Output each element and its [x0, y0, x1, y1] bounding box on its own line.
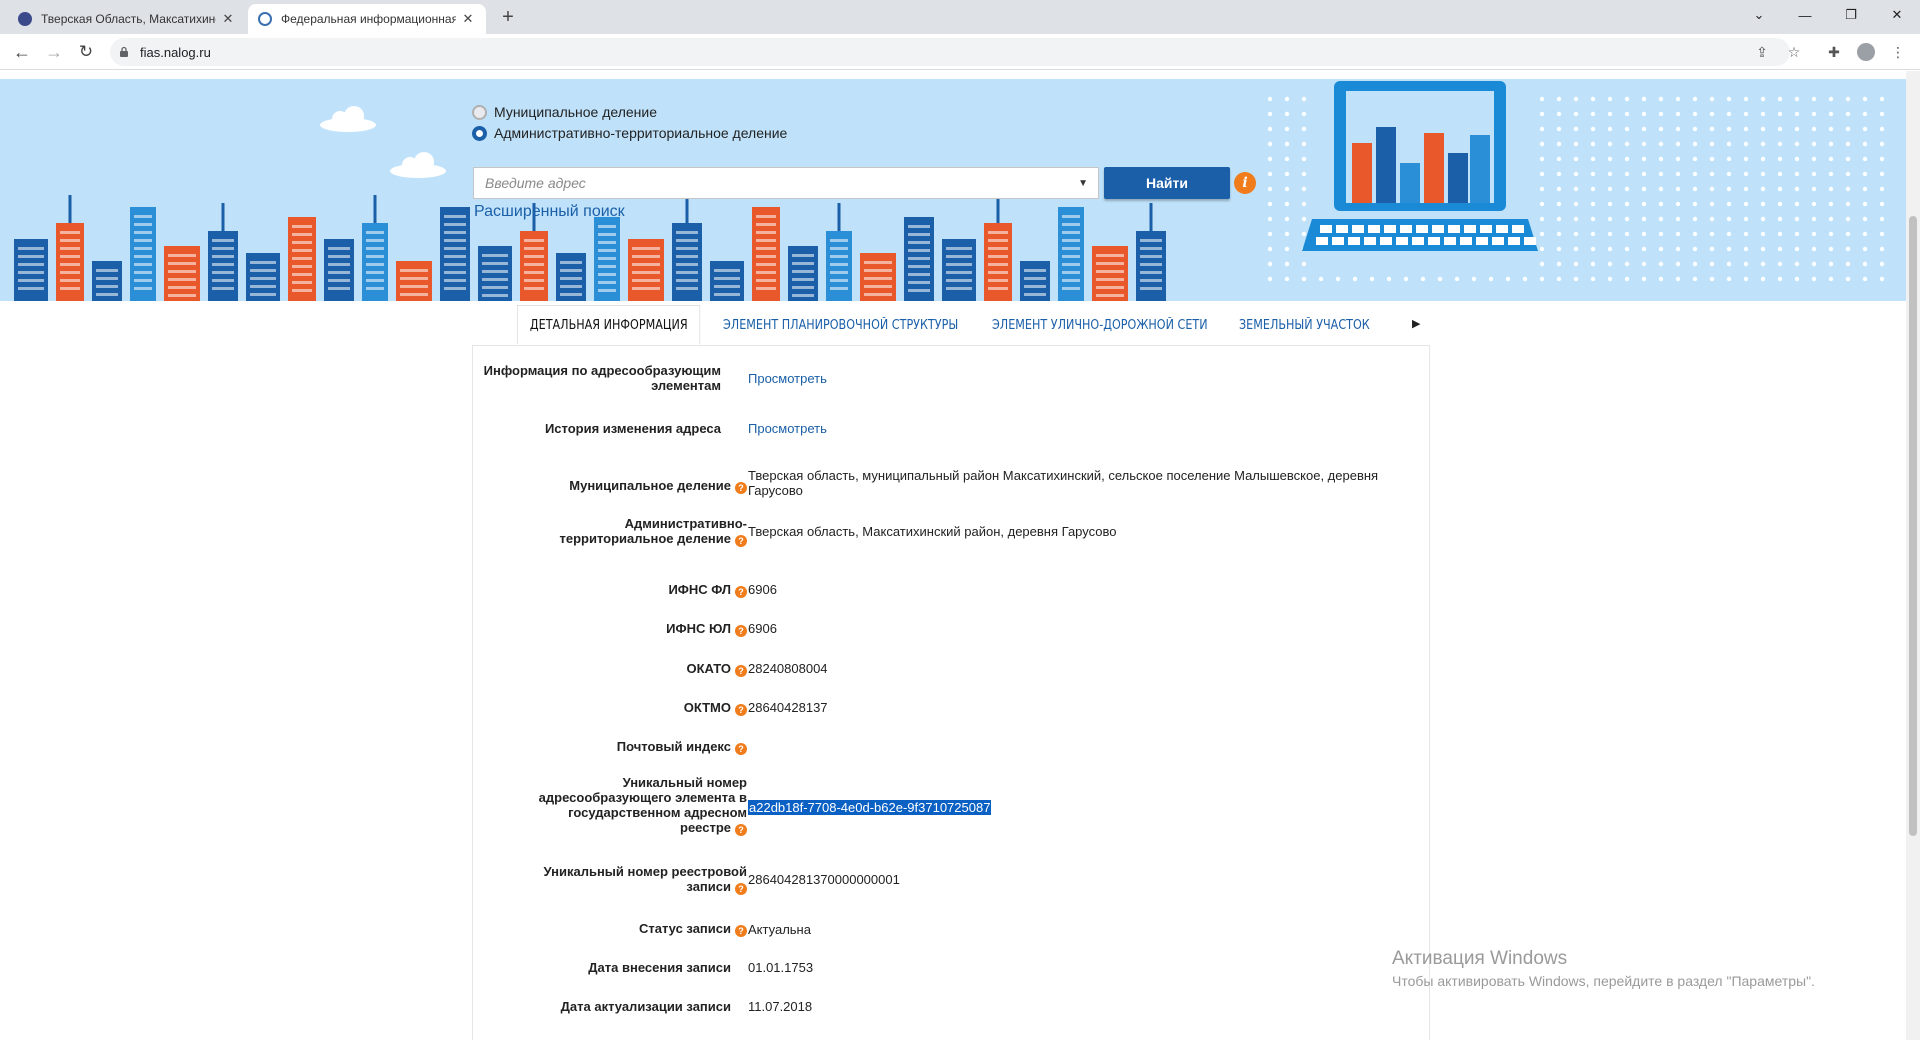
radio-admin-label: Административно-территориальное деление	[494, 125, 788, 141]
help-icon[interactable]: ?	[735, 704, 747, 716]
help-icon[interactable]: ?	[735, 743, 747, 755]
tab-title: Федеральная информационная адресная сист…	[281, 12, 456, 26]
favicon-icon	[18, 12, 32, 26]
tabs-next-arrow-icon[interactable]: ▶	[1412, 317, 1420, 330]
detail-value: 286404281370000000001	[748, 872, 900, 887]
watermark-subtitle: Чтобы активировать Windows, перейдите в …	[1392, 973, 1815, 989]
detail-value: Тверская область, муниципальный район Ма…	[748, 468, 1379, 498]
detail-label: ОКАТО?	[487, 661, 747, 677]
help-icon[interactable]: ?	[735, 586, 747, 598]
view-address-elements-link[interactable]: Просмотреть	[748, 371, 1433, 386]
detail-label: Статус записи?	[487, 921, 747, 937]
minimize-button[interactable]: —	[1782, 0, 1828, 30]
lock-icon	[120, 46, 128, 57]
detail-label: Почтовый индекс?	[487, 739, 747, 755]
browser-tab-fias[interactable]: Федеральная информационная адресная сист…	[248, 4, 486, 34]
restore-button[interactable]: ❐	[1828, 0, 1874, 30]
help-icon[interactable]: ?	[735, 824, 747, 836]
detail-label: Муниципальное деление?	[487, 478, 747, 494]
radio-admin[interactable]: Административно-территориальное деление	[472, 125, 787, 141]
detail-value: 28240808004	[748, 661, 828, 676]
help-icon[interactable]: ?	[735, 925, 747, 937]
detail-label: Дата актуализации записи	[560, 999, 731, 1014]
tab-street-element[interactable]: ЭЛЕМЕНТ УЛИЧНО-ДОРОЖНОЙ СЕТИ	[992, 305, 1208, 345]
tab-detail-info[interactable]: ДЕТАЛЬНАЯ ИНФОРМАЦИЯ	[517, 305, 701, 345]
browser-toolbar: ← → ↻ fias.nalog.ru ⇪ ☆ ✚ ⋮	[0, 34, 1920, 70]
scrollbar-thumb[interactable]	[1909, 216, 1917, 836]
help-icon[interactable]: ?	[735, 625, 747, 637]
detail-value: 11.07.2018	[748, 999, 813, 1014]
help-icon[interactable]: ?	[735, 535, 747, 547]
reload-icon[interactable]: ↻	[72, 38, 100, 66]
fias-favicon-icon	[258, 12, 272, 26]
detail-value: 01.01.1753	[748, 960, 814, 975]
find-button[interactable]: Найти	[1104, 167, 1230, 199]
guid-value[interactable]: a22db18f-7708-4e0d-b62e-9f3710725087	[748, 800, 1433, 815]
forward-icon[interactable]: →	[40, 38, 68, 66]
detail-label: Дата внесения записи	[588, 960, 731, 975]
detail-tabs: ДЕТАЛЬНАЯ ИНФОРМАЦИЯ ЭЛЕМЕНТ ПЛАНИРОВОЧН…	[515, 305, 1429, 345]
detail-label: Административно-территориальное деление?	[559, 516, 747, 547]
detail-label: ИФНС ЮЛ?	[487, 621, 747, 637]
radio-admin-circle[interactable]	[472, 125, 487, 141]
watermark-title: Активация Windows	[1392, 948, 1568, 969]
details-panel: Информация по адресообразующим элементам…	[472, 345, 1430, 1040]
radio-municipal-circle[interactable]	[472, 104, 487, 120]
help-icon[interactable]: ?	[735, 665, 747, 677]
detail-label: Уникальный номер адресообразующего элеме…	[538, 775, 747, 836]
menu-icon[interactable]: ⋮	[1888, 42, 1908, 62]
profile-avatar-icon[interactable]	[1856, 42, 1876, 62]
tab-title: Тверская Область, Максатихинский	[41, 12, 216, 26]
browser-tab-tver[interactable]: Тверская Область, Максатихинский ✕	[8, 4, 246, 34]
bookmark-star-icon[interactable]: ☆	[1784, 42, 1804, 62]
back-icon[interactable]: ←	[8, 38, 36, 66]
page-scrollbar[interactable]	[1906, 71, 1920, 1040]
close-window-button[interactable]: ✕	[1874, 0, 1920, 30]
close-tab-icon[interactable]: ✕	[460, 11, 476, 27]
help-icon[interactable]: ?	[735, 883, 747, 895]
tab-land-plot[interactable]: ЗЕМЕЛЬНЫЙ УЧАСТОК	[1239, 305, 1370, 345]
address-bar[interactable]: fias.nalog.ru	[110, 38, 1790, 66]
page-viewport: Муниципальное деление Административно-те…	[0, 71, 1906, 1040]
header-banner: Муниципальное деление Административно-те…	[0, 79, 1906, 301]
selected-guid-text[interactable]: a22db18f-7708-4e0d-b62e-9f3710725087	[748, 800, 992, 815]
address-placeholder: Введите адрес	[485, 175, 586, 191]
address-search-input[interactable]: Введите адрес ▼	[473, 167, 1099, 199]
detail-label: История изменения адреса	[544, 421, 721, 436]
detail-value: 6906	[748, 582, 777, 597]
advanced-search-link[interactable]: Расширенный поиск	[474, 203, 625, 221]
detail-label: Информация по адресообразующим элементам	[483, 363, 721, 393]
detail-value: Тверская область, Максатихинский район, …	[748, 524, 1117, 539]
windows-activation-watermark: Активация Windows Чтобы активировать Win…	[1392, 948, 1815, 989]
help-icon[interactable]: ?	[735, 482, 747, 494]
share-icon[interactable]: ⇪	[1752, 42, 1772, 62]
new-tab-button[interactable]: +	[496, 6, 520, 30]
browser-tab-strip: Тверская Область, Максатихинский ✕ Федер…	[0, 0, 1920, 34]
detail-label: ОКТМО?	[487, 700, 747, 716]
info-icon[interactable]: i	[1234, 172, 1256, 194]
dropdown-arrow-icon[interactable]: ▼	[1078, 178, 1088, 189]
detail-label: ИФНС ФЛ?	[487, 582, 747, 598]
detail-value: 6906	[748, 621, 777, 636]
radio-municipal-label: Муниципальное деление	[494, 104, 658, 120]
detail-value: Актуальна	[748, 922, 811, 937]
extensions-icon[interactable]: ✚	[1824, 42, 1844, 62]
radio-municipal[interactable]: Муниципальное деление	[472, 104, 657, 120]
tab-search-icon[interactable]: ⌄	[1736, 0, 1782, 30]
close-tab-icon[interactable]: ✕	[220, 11, 236, 27]
url-text: fias.nalog.ru	[140, 44, 211, 60]
view-address-history-link[interactable]: Просмотреть	[748, 421, 1433, 436]
detail-label: Уникальный номер реестровой записи?	[543, 864, 747, 895]
detail-value: 28640428137	[748, 700, 828, 715]
tab-planning-element[interactable]: ЭЛЕМЕНТ ПЛАНИРОВОЧНОЙ СТРУКТУРЫ	[723, 305, 958, 345]
